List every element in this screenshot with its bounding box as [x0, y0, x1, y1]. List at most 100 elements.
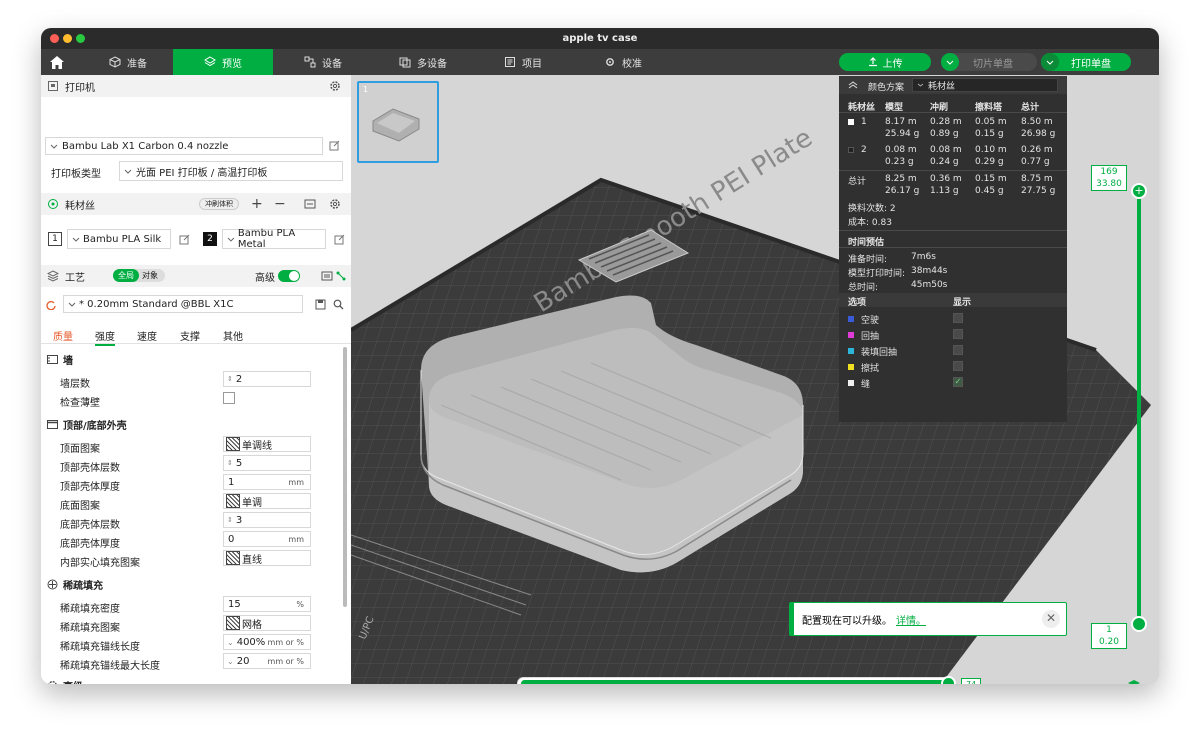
tab-support[interactable]: 支撑 — [180, 328, 200, 343]
tab-prepare[interactable]: 准备 — [83, 49, 173, 75]
upgrade-notification: 配置现在可以升级。 详情。 ✕ — [789, 602, 1067, 636]
close-window-button[interactable] — [50, 34, 59, 43]
stat-cell: 0.77 g — [1021, 157, 1050, 167]
process-preset-select[interactable]: * 0.20mm Standard @BBL X1C — [63, 295, 303, 313]
layer-slider-bottom-handle[interactable] — [1131, 616, 1147, 632]
layer-bottom-label: 1 0.20 — [1091, 623, 1127, 649]
infill-anchor-input[interactable]: ⌄ 400% mm or % — [223, 634, 311, 650]
color-scheme-select[interactable]: 耗材丝 — [912, 78, 1058, 92]
plate-thumbnail[interactable]: 1 — [357, 81, 439, 163]
internal-solid-pattern-select[interactable]: 直线 — [223, 550, 311, 566]
option-wipe: 擦拭 — [861, 364, 880, 374]
detect-thin-wall-checkbox[interactable] — [223, 392, 235, 404]
wipe-show-checkbox[interactable] — [953, 361, 963, 371]
settings-sidebar: 打印机 Bambu Lab X1 Carbon 0.4 nozzle 打印板类型… — [41, 75, 351, 684]
move-slider-handle[interactable] — [941, 676, 956, 684]
filament-section-header: 耗材丝 冲刷体积 + − — [41, 193, 351, 215]
tab-multi-device[interactable]: 多设备 — [373, 49, 473, 75]
plate-type-select[interactable]: 光面 PEI 打印板 / 高温打印板 — [119, 161, 343, 181]
bottom-pattern-select[interactable]: 单调 — [223, 493, 311, 509]
network-icon[interactable] — [336, 271, 346, 281]
slice-dropdown-toggle[interactable] — [941, 53, 959, 71]
bottom-layers-label: 底部壳体层数 — [60, 520, 120, 531]
stat-cell: 8.17 m — [885, 117, 917, 127]
travel-show-checkbox[interactable] — [953, 313, 963, 323]
top-pattern-select[interactable]: 单调线 — [223, 436, 311, 452]
object-toggle-option[interactable]: 对象 — [139, 269, 158, 282]
zoom-window-button[interactable] — [76, 34, 85, 43]
infill-anchor-max-input[interactable]: ⌄ 20 mm or % — [223, 653, 311, 669]
filament-1-id: 1 — [861, 117, 867, 127]
filament-1-swatch — [848, 119, 854, 125]
advanced-toggle[interactable] — [278, 270, 300, 282]
flush-volume-button[interactable]: 冲刷体积 — [199, 198, 239, 210]
tab-quality[interactable]: 质量 — [53, 328, 73, 343]
stat-cell: 0.26 m — [1021, 145, 1053, 155]
infill-density-input[interactable]: 15% — [223, 596, 311, 612]
print-dropdown-toggle[interactable] — [1041, 53, 1059, 71]
reset-icon[interactable] — [46, 300, 56, 310]
filament-slot-2-badge[interactable]: 2 — [203, 232, 217, 246]
unretract-swatch — [848, 348, 854, 354]
top-layers-input[interactable]: ⇕ 5 — [223, 455, 311, 471]
stat-cell: 27.75 g — [1021, 186, 1056, 196]
stat-cell: 26.98 g — [1021, 129, 1056, 139]
plate-thumbnail-model — [372, 108, 420, 142]
tab-device[interactable]: 设备 — [273, 49, 373, 75]
edit-icon[interactable] — [179, 234, 190, 245]
sidebar-scrollbar[interactable] — [343, 347, 347, 607]
layer-slider-track[interactable] — [1137, 185, 1141, 625]
tab-calibration[interactable]: 校准 — [573, 49, 673, 75]
multi-device-icon — [399, 57, 411, 68]
bottom-thickness-input[interactable]: 0 mm — [223, 531, 311, 547]
global-toggle-option[interactable]: 全局 — [113, 269, 139, 282]
top-thickness-input[interactable]: 1 mm — [223, 474, 311, 490]
filament-slot-1-badge[interactable]: 1 — [48, 232, 62, 246]
seam-show-checkbox[interactable]: ✓ — [953, 377, 963, 387]
wall-loops-label: 墙层数 — [60, 379, 90, 390]
edit-icon[interactable] — [329, 140, 340, 151]
internal-solid-pattern-label: 内部实心填充图案 — [60, 558, 140, 569]
print-plate-button[interactable]: 打印单盘 — [1041, 53, 1131, 71]
tab-speed[interactable]: 速度 — [137, 328, 157, 343]
sync-filament-icon[interactable] — [304, 198, 316, 210]
app-window: apple tv case 准备 预览 设备 多设备 项目 校准 上传 切片单盘… — [41, 28, 1159, 684]
add-filament-button[interactable]: + — [251, 196, 263, 212]
cube-icon — [109, 56, 121, 68]
wall-loops-input[interactable]: ⇕ 2 — [223, 371, 311, 387]
tab-others[interactable]: 其他 — [223, 328, 243, 343]
top-pattern-label: 顶面图案 — [60, 444, 100, 455]
search-icon[interactable] — [333, 299, 344, 310]
collapse-chevron-icon[interactable] — [848, 81, 858, 89]
remove-filament-button[interactable]: − — [274, 196, 286, 212]
notice-details-link[interactable]: 详情。 — [896, 612, 926, 627]
retract-show-checkbox[interactable] — [953, 329, 963, 339]
save-icon[interactable] — [315, 299, 326, 310]
filament-slot-1-select[interactable]: Bambu PLA Silk — [67, 229, 171, 249]
infill-pattern-select[interactable]: 网格 — [223, 615, 311, 631]
layers-toggle-icon[interactable] — [1127, 679, 1141, 684]
edit-icon[interactable] — [334, 234, 345, 245]
retract-swatch — [848, 332, 854, 338]
printer-settings-gear-icon[interactable] — [329, 80, 341, 92]
compare-icon[interactable] — [321, 270, 333, 282]
filament-settings-gear-icon[interactable] — [329, 198, 341, 210]
pattern-icon — [226, 551, 240, 565]
filament-slot-2-select[interactable]: Bambu PLA Metal — [222, 228, 326, 250]
bottom-layers-input[interactable]: ⇕ 3 — [223, 512, 311, 528]
upload-button[interactable]: 上传 — [839, 53, 931, 71]
tab-project[interactable]: 项目 — [473, 49, 573, 75]
stat-cell: 0.45 g — [975, 186, 1004, 196]
layer-slider-top-handle[interactable]: + — [1131, 183, 1147, 199]
close-notice-icon[interactable]: ✕ — [1042, 610, 1060, 628]
stat-cell: 25.94 g — [885, 129, 920, 139]
home-button[interactable] — [41, 49, 73, 75]
minimize-window-button[interactable] — [63, 34, 72, 43]
total-time-label: 总时间: — [848, 283, 879, 293]
global-object-toggle[interactable]: 全局 对象 — [113, 269, 165, 282]
stat-cell: 26.17 g — [885, 186, 920, 196]
printer-select[interactable]: Bambu Lab X1 Carbon 0.4 nozzle — [45, 137, 323, 155]
unretract-show-checkbox[interactable] — [953, 345, 963, 355]
slice-plate-button[interactable]: 切片单盘 — [941, 53, 1037, 71]
tab-preview[interactable]: 预览 — [173, 49, 273, 75]
